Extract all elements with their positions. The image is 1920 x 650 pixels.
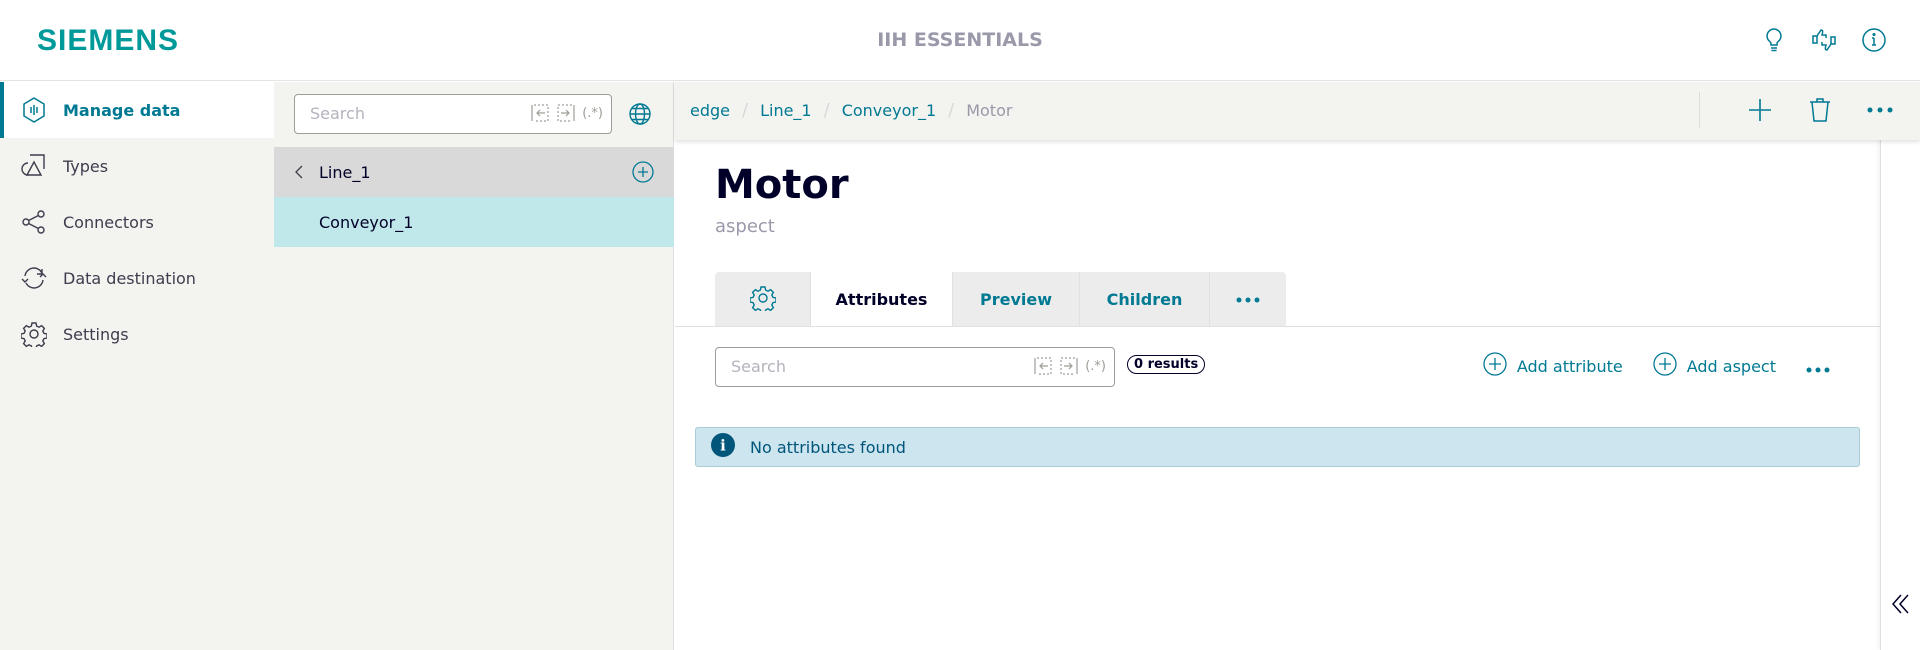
chevron-left-icon[interactable] bbox=[294, 164, 304, 184]
double-chevron-left-icon[interactable] bbox=[1891, 592, 1911, 620]
breadcrumb-separator: / bbox=[948, 100, 955, 121]
empty-state-alert: i No attributes found bbox=[695, 427, 1860, 467]
sidebar-item-label: Connectors bbox=[63, 212, 154, 232]
manage-data-icon bbox=[20, 96, 48, 124]
tab-divider bbox=[675, 326, 1880, 327]
match-start-icon[interactable] bbox=[530, 104, 550, 122]
app-title: IIH ESSENTIALS bbox=[877, 29, 1043, 51]
regex-toggle[interactable]: (.*) bbox=[582, 106, 603, 121]
sidebar: Manage data Types Connectors Data destin… bbox=[0, 82, 274, 650]
tab-settings[interactable] bbox=[715, 272, 811, 327]
globe-icon[interactable] bbox=[628, 102, 652, 130]
sidebar-item-data-destination[interactable]: Data destination bbox=[0, 250, 274, 306]
tree-parent-node[interactable]: Line_1 bbox=[274, 147, 674, 197]
add-circle-icon bbox=[1653, 352, 1677, 380]
match-end-icon[interactable] bbox=[556, 104, 576, 122]
regex-toggle[interactable]: (.*) bbox=[1085, 359, 1106, 374]
gear-icon bbox=[20, 320, 48, 348]
connectors-share-icon bbox=[20, 208, 48, 236]
tree-node-label: Line_1 bbox=[319, 162, 371, 182]
sidebar-item-types[interactable]: Types bbox=[0, 138, 274, 194]
tab-preview[interactable]: Preview bbox=[953, 272, 1080, 327]
breadcrumb-separator: / bbox=[823, 100, 830, 121]
info-icon[interactable] bbox=[1858, 24, 1890, 56]
add-aspect-label: Add aspect bbox=[1686, 356, 1776, 376]
results-count-badge: 0 results bbox=[1127, 355, 1206, 374]
sidebar-item-label: Data destination bbox=[63, 268, 196, 288]
breadcrumb-bar: edge / Line_1 / Conveyor_1 / Motor bbox=[675, 82, 1920, 140]
tree-node-label: Conveyor_1 bbox=[319, 212, 414, 232]
divider bbox=[1699, 92, 1700, 128]
app-header: SIEMENS IIH ESSENTIALS bbox=[0, 0, 1920, 81]
page-title: Motor bbox=[715, 162, 849, 208]
match-end-icon[interactable] bbox=[1059, 357, 1079, 375]
svg-text:i: i bbox=[720, 437, 726, 455]
add-node-icon[interactable] bbox=[632, 161, 654, 187]
breadcrumb-line[interactable]: Line_1 bbox=[760, 101, 812, 120]
sidebar-item-label: Manage data bbox=[63, 100, 181, 120]
add-attribute-label: Add attribute bbox=[1516, 356, 1623, 376]
attribute-search-field[interactable]: (.*) bbox=[715, 347, 1115, 387]
asset-detail-panel: edge / Line_1 / Conveyor_1 / Motor Motor… bbox=[675, 82, 1920, 650]
right-side-panel bbox=[1880, 140, 1920, 650]
asset-type: aspect bbox=[715, 216, 775, 237]
breadcrumb-current: Motor bbox=[966, 101, 1013, 120]
sidebar-item-connectors[interactable]: Connectors bbox=[0, 194, 274, 250]
delete-button[interactable] bbox=[1800, 90, 1840, 130]
sidebar-item-label: Settings bbox=[63, 324, 129, 344]
tree-search-input[interactable] bbox=[310, 104, 510, 123]
tree-search-field[interactable]: (.*) bbox=[294, 94, 612, 134]
empty-state-message: No attributes found bbox=[750, 437, 906, 457]
tab-more[interactable] bbox=[1210, 272, 1286, 327]
add-button[interactable] bbox=[1740, 90, 1780, 130]
breadcrumb-separator: / bbox=[742, 100, 749, 121]
asset-tree-panel: (.*) Line_1 Conveyor_1 bbox=[274, 82, 674, 650]
sidebar-item-manage-data[interactable]: Manage data bbox=[0, 82, 274, 138]
more-options-button[interactable] bbox=[1860, 90, 1900, 130]
feedback-thumbs-icon[interactable] bbox=[1808, 24, 1840, 56]
match-start-icon[interactable] bbox=[1033, 357, 1053, 375]
types-icon bbox=[20, 152, 48, 180]
breadcrumb: edge / Line_1 / Conveyor_1 / Motor bbox=[690, 100, 1012, 121]
sidebar-item-settings[interactable]: Settings bbox=[0, 306, 274, 362]
attribute-more-button[interactable] bbox=[1806, 354, 1830, 378]
tab-bar: Attributes Preview Children bbox=[715, 272, 1286, 327]
tab-attributes[interactable]: Attributes bbox=[811, 272, 953, 327]
breadcrumb-conveyor[interactable]: Conveyor_1 bbox=[842, 101, 936, 120]
add-circle-icon bbox=[1483, 352, 1507, 380]
refresh-icon bbox=[20, 264, 48, 292]
sidebar-item-label: Types bbox=[63, 156, 109, 176]
lightbulb-icon[interactable] bbox=[1758, 24, 1790, 56]
info-icon: i bbox=[710, 432, 736, 462]
add-aspect-button[interactable]: Add aspect bbox=[1653, 352, 1776, 380]
tree-child-node[interactable]: Conveyor_1 bbox=[274, 197, 674, 247]
add-attribute-button[interactable]: Add attribute bbox=[1483, 352, 1623, 380]
gear-icon bbox=[748, 285, 777, 315]
attribute-search-input[interactable] bbox=[731, 357, 931, 376]
tab-children[interactable]: Children bbox=[1080, 272, 1210, 327]
breadcrumb-edge[interactable]: edge bbox=[690, 101, 730, 120]
